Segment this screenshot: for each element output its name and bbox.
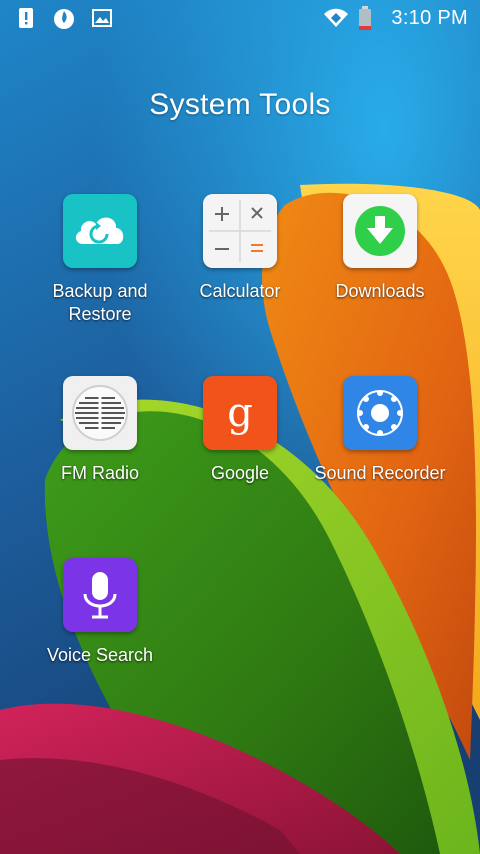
app-label: Calculator [199, 281, 281, 301]
flame-icon[interactable] [52, 6, 76, 30]
download-icon [343, 194, 417, 268]
app-downloads[interactable]: Downloads [300, 194, 460, 303]
app-fm-radio[interactable]: FM Radio [20, 376, 180, 485]
app-calculator[interactable]: Calculator [160, 194, 320, 303]
app-label: FM Radio [60, 463, 140, 483]
battery-icon[interactable] [357, 6, 381, 30]
alert-icon[interactable] [14, 6, 38, 30]
app-label: Voice Search [46, 645, 154, 665]
app-label: Downloads [335, 281, 425, 301]
app-google[interactable]: g Google [160, 376, 320, 485]
app-backup-and-restore[interactable]: Backup and Restore [20, 194, 180, 326]
image-icon[interactable] [90, 6, 114, 30]
app-label: Backup and Restore [52, 281, 148, 324]
microphone-icon [63, 558, 137, 632]
app-label: Sound Recorder [314, 463, 446, 483]
cloud-restore-icon [63, 194, 137, 268]
calculator-icon [203, 194, 277, 268]
status-time: 3:10 PM [391, 6, 468, 29]
svg-text:g: g [227, 390, 253, 436]
status-bar: 3:10 PM [0, 0, 480, 38]
app-sound-recorder[interactable]: Sound Recorder [300, 376, 460, 485]
radio-icon [63, 376, 137, 450]
app-voice-search[interactable]: Voice Search [20, 558, 180, 667]
folder-title: System Tools [149, 88, 331, 121]
google-icon: g [203, 376, 277, 450]
app-label: Google [210, 463, 270, 483]
recorder-icon [343, 376, 417, 450]
wifi-icon[interactable] [323, 6, 349, 30]
